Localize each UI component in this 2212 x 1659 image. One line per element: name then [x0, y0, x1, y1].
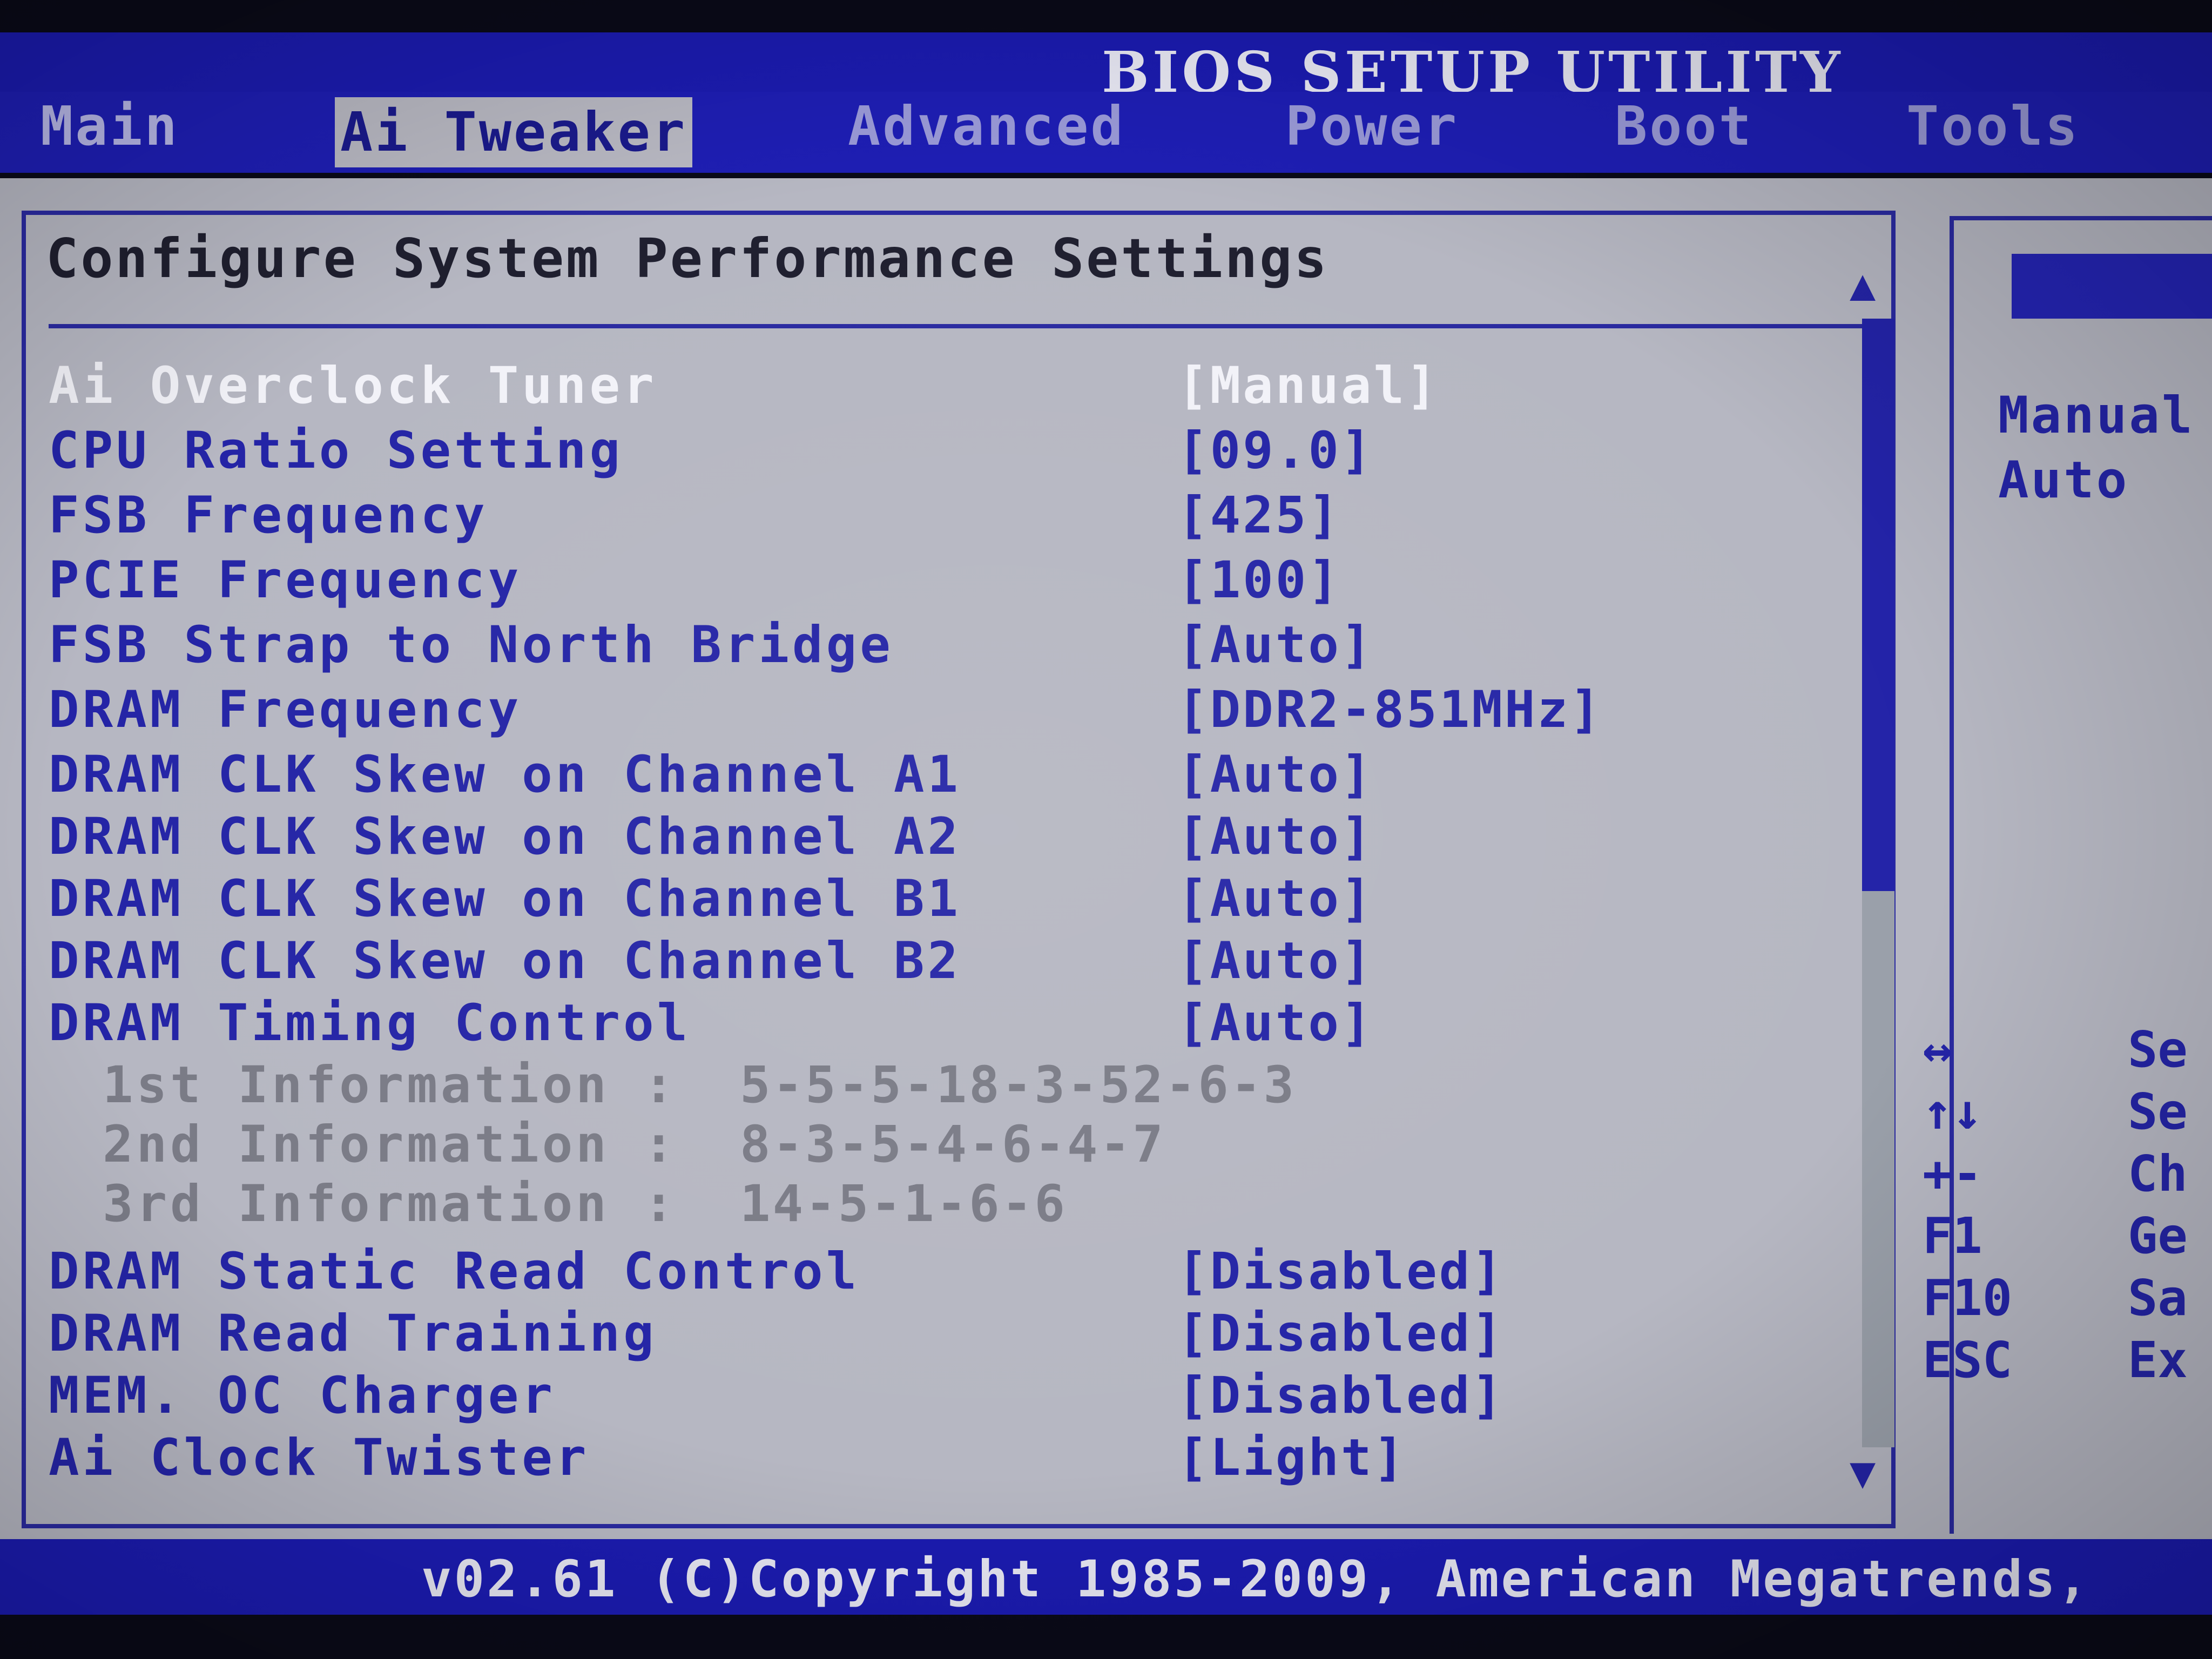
setting-ai-overclock-tuner[interactable]: Ai Overclock Tuner [Manual] — [49, 356, 1831, 416]
key-label: ESC — [1923, 1331, 2013, 1389]
tab-advanced[interactable]: Advanced — [848, 95, 1125, 158]
setting-fsb-frequency[interactable]: FSB Frequency [425] — [49, 486, 1831, 545]
setting-value[interactable]: [Disabled] — [1177, 1304, 1505, 1363]
setting-clk-skew-a1[interactable]: DRAM CLK Skew on Channel A1 [Auto] — [49, 745, 1831, 805]
setting-label: DRAM CLK Skew on Channel B2 — [49, 932, 962, 990]
key-hint-f10: F10 Sa — [1923, 1269, 2212, 1328]
key-hint-desc: Sa — [2128, 1269, 2188, 1327]
key-hint-select-screen: ↔ Se — [1923, 1021, 2212, 1080]
setting-label: DRAM Read Training — [49, 1304, 657, 1363]
tab-main[interactable]: Main — [41, 95, 179, 158]
setting-value[interactable]: [Auto] — [1177, 807, 1374, 866]
setting-value[interactable]: [Manual] — [1177, 356, 1439, 415]
setting-label: FSB Strap to North Bridge — [49, 616, 894, 675]
bios-screen: BIOS SETUP UTILITY Main Ai Tweaker Advan… — [0, 0, 2212, 1659]
help-option-manual: Manual — [1998, 386, 2195, 445]
key-label: F10 — [1923, 1269, 2013, 1327]
setting-label: FSB Frequency — [49, 486, 488, 545]
section-divider — [49, 324, 1896, 328]
setting-cpu-ratio[interactable]: CPU Ratio Setting [09.0] — [49, 421, 1831, 481]
info-value: 14-5-1-6-6 — [740, 1175, 1067, 1233]
tab-ai-tweaker[interactable]: Ai Tweaker — [335, 97, 693, 167]
setting-value[interactable]: [Auto] — [1177, 745, 1374, 804]
timing-info-3rd: 3rd Information : 14-5-1-6-6 — [49, 1175, 1831, 1234]
setting-label: CPU Ratio Setting — [49, 421, 624, 480]
setting-value[interactable]: [Auto] — [1177, 869, 1374, 928]
key-hint-esc: ESC Ex — [1923, 1331, 2212, 1391]
setting-dram-static-read[interactable]: DRAM Static Read Control [Disabled] — [49, 1242, 1831, 1301]
scroll-down-icon[interactable]: ▼ — [1850, 1447, 1876, 1498]
setting-dram-frequency[interactable]: DRAM Frequency [DDR2-851MHz] — [49, 680, 1831, 740]
scroll-up-icon[interactable]: ▲ — [1850, 259, 1876, 309]
setting-value[interactable]: [Disabled] — [1177, 1242, 1505, 1301]
setting-label: PCIE Frequency — [49, 551, 522, 610]
setting-dram-timing-control[interactable]: DRAM Timing Control [Auto] — [49, 994, 1831, 1053]
key-hint-desc: Ge — [2128, 1207, 2188, 1265]
left-right-arrows-icon: ↔ — [1923, 1021, 1953, 1078]
key-hint-desc: Ch — [2128, 1145, 2188, 1203]
key-hint-desc: Se — [2128, 1021, 2188, 1078]
help-option-auto: Auto — [1998, 451, 2129, 510]
setting-fsb-strap[interactable]: FSB Strap to North Bridge [Auto] — [49, 616, 1831, 675]
setting-pcie-frequency[interactable]: PCIE Frequency [100] — [49, 551, 1831, 610]
setting-label: DRAM Static Read Control — [49, 1242, 860, 1301]
setting-value[interactable]: [Light] — [1177, 1428, 1406, 1487]
key-hint-change: +- Ch — [1923, 1145, 2212, 1204]
timing-info-2nd: 2nd Information : 8-3-5-4-6-4-7 — [49, 1115, 1831, 1175]
setting-label: DRAM Frequency — [49, 680, 522, 739]
scrollbar-thumb[interactable] — [1862, 319, 1894, 891]
copyright-text: v02.61 (C)Copyright 1985-2009, American … — [421, 1550, 2090, 1609]
setting-value[interactable]: [425] — [1177, 486, 1341, 545]
info-label: 3rd Information : — [103, 1175, 678, 1233]
help-highlight-bar — [2012, 254, 2212, 319]
key-label: F1 — [1923, 1207, 1982, 1265]
setting-label: DRAM CLK Skew on Channel A2 — [49, 807, 962, 866]
setting-value[interactable]: [Disabled] — [1177, 1366, 1505, 1425]
setting-label: DRAM CLK Skew on Channel A1 — [49, 745, 962, 804]
setting-clk-skew-b2[interactable]: DRAM CLK Skew on Channel B2 [Auto] — [49, 932, 1831, 991]
setting-value[interactable]: [Auto] — [1177, 932, 1374, 990]
setting-value[interactable]: [09.0] — [1177, 421, 1374, 480]
setting-value[interactable]: [Auto] — [1177, 616, 1374, 675]
plus-minus-icon: +- — [1923, 1145, 1982, 1203]
setting-dram-read-training[interactable]: DRAM Read Training [Disabled] — [49, 1304, 1831, 1364]
info-label: 1st Information : — [103, 1056, 678, 1115]
tab-power[interactable]: Power — [1285, 95, 1459, 158]
setting-label: Ai Overclock Tuner — [49, 356, 657, 415]
key-hint-desc: Se — [2128, 1083, 2188, 1141]
setting-value[interactable]: [100] — [1177, 551, 1341, 610]
tab-boot[interactable]: Boot — [1615, 95, 1754, 158]
setting-mem-oc-charger[interactable]: MEM. OC Charger [Disabled] — [49, 1366, 1831, 1426]
info-value: 8-3-5-4-6-4-7 — [740, 1115, 1165, 1174]
key-hint-select-item: ↑↓ Se — [1923, 1083, 2212, 1142]
setting-clk-skew-a2[interactable]: DRAM CLK Skew on Channel A2 [Auto] — [49, 807, 1831, 867]
info-label: 2nd Information : — [103, 1115, 678, 1174]
key-hint-f1: F1 Ge — [1923, 1207, 2212, 1266]
setting-label: DRAM CLK Skew on Channel B1 — [49, 869, 962, 928]
timing-info-1st: 1st Information : 5-5-5-18-3-52-6-3 — [49, 1056, 1831, 1115]
setting-label: MEM. OC Charger — [49, 1366, 556, 1425]
tab-tools[interactable]: Tools — [1906, 95, 2080, 158]
info-value: 5-5-5-18-3-52-6-3 — [740, 1056, 1297, 1115]
setting-label: DRAM Timing Control — [49, 994, 691, 1053]
setting-value[interactable]: [DDR2-851MHz] — [1177, 680, 1603, 739]
setting-label: Ai Clock Twister — [49, 1428, 590, 1487]
setting-clk-skew-b1[interactable]: DRAM CLK Skew on Channel B1 [Auto] — [49, 869, 1831, 929]
key-hint-desc: Ex — [2128, 1331, 2188, 1389]
setting-ai-clock-twister[interactable]: Ai Clock Twister [Light] — [49, 1428, 1831, 1488]
setting-value[interactable]: [Auto] — [1177, 994, 1374, 1053]
up-down-arrows-icon: ↑↓ — [1923, 1083, 1982, 1141]
section-title: Configure System Performance Settings — [46, 227, 1329, 290]
